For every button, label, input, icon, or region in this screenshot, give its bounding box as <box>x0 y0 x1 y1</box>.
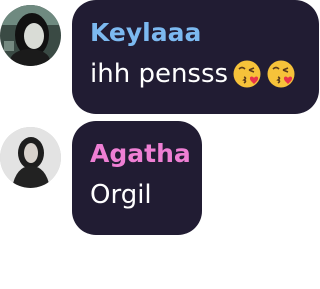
face-blowing-kiss-icon <box>232 59 262 89</box>
sender-name[interactable]: Keylaaa <box>90 17 303 49</box>
message-body: ihh pensss <box>90 58 303 90</box>
chat-thread: Keylaaa ihh pensss Agatha Orgil <box>0 0 320 289</box>
message-bubble[interactable]: Keylaaa ihh pensss <box>72 0 319 114</box>
message-text: ihh pensss <box>90 59 229 89</box>
avatar-keylaaa[interactable] <box>0 5 61 66</box>
message-text: Orgil <box>90 180 152 210</box>
avatar-photo-icon <box>0 127 61 188</box>
message-bubble[interactable]: Agatha Orgil <box>72 121 202 235</box>
sender-name[interactable]: Agatha <box>90 138 191 170</box>
avatar-agatha[interactable] <box>0 127 61 188</box>
face-blowing-kiss-icon <box>266 59 296 89</box>
message-body: Orgil <box>90 179 186 211</box>
avatar-photo-icon <box>0 5 61 66</box>
